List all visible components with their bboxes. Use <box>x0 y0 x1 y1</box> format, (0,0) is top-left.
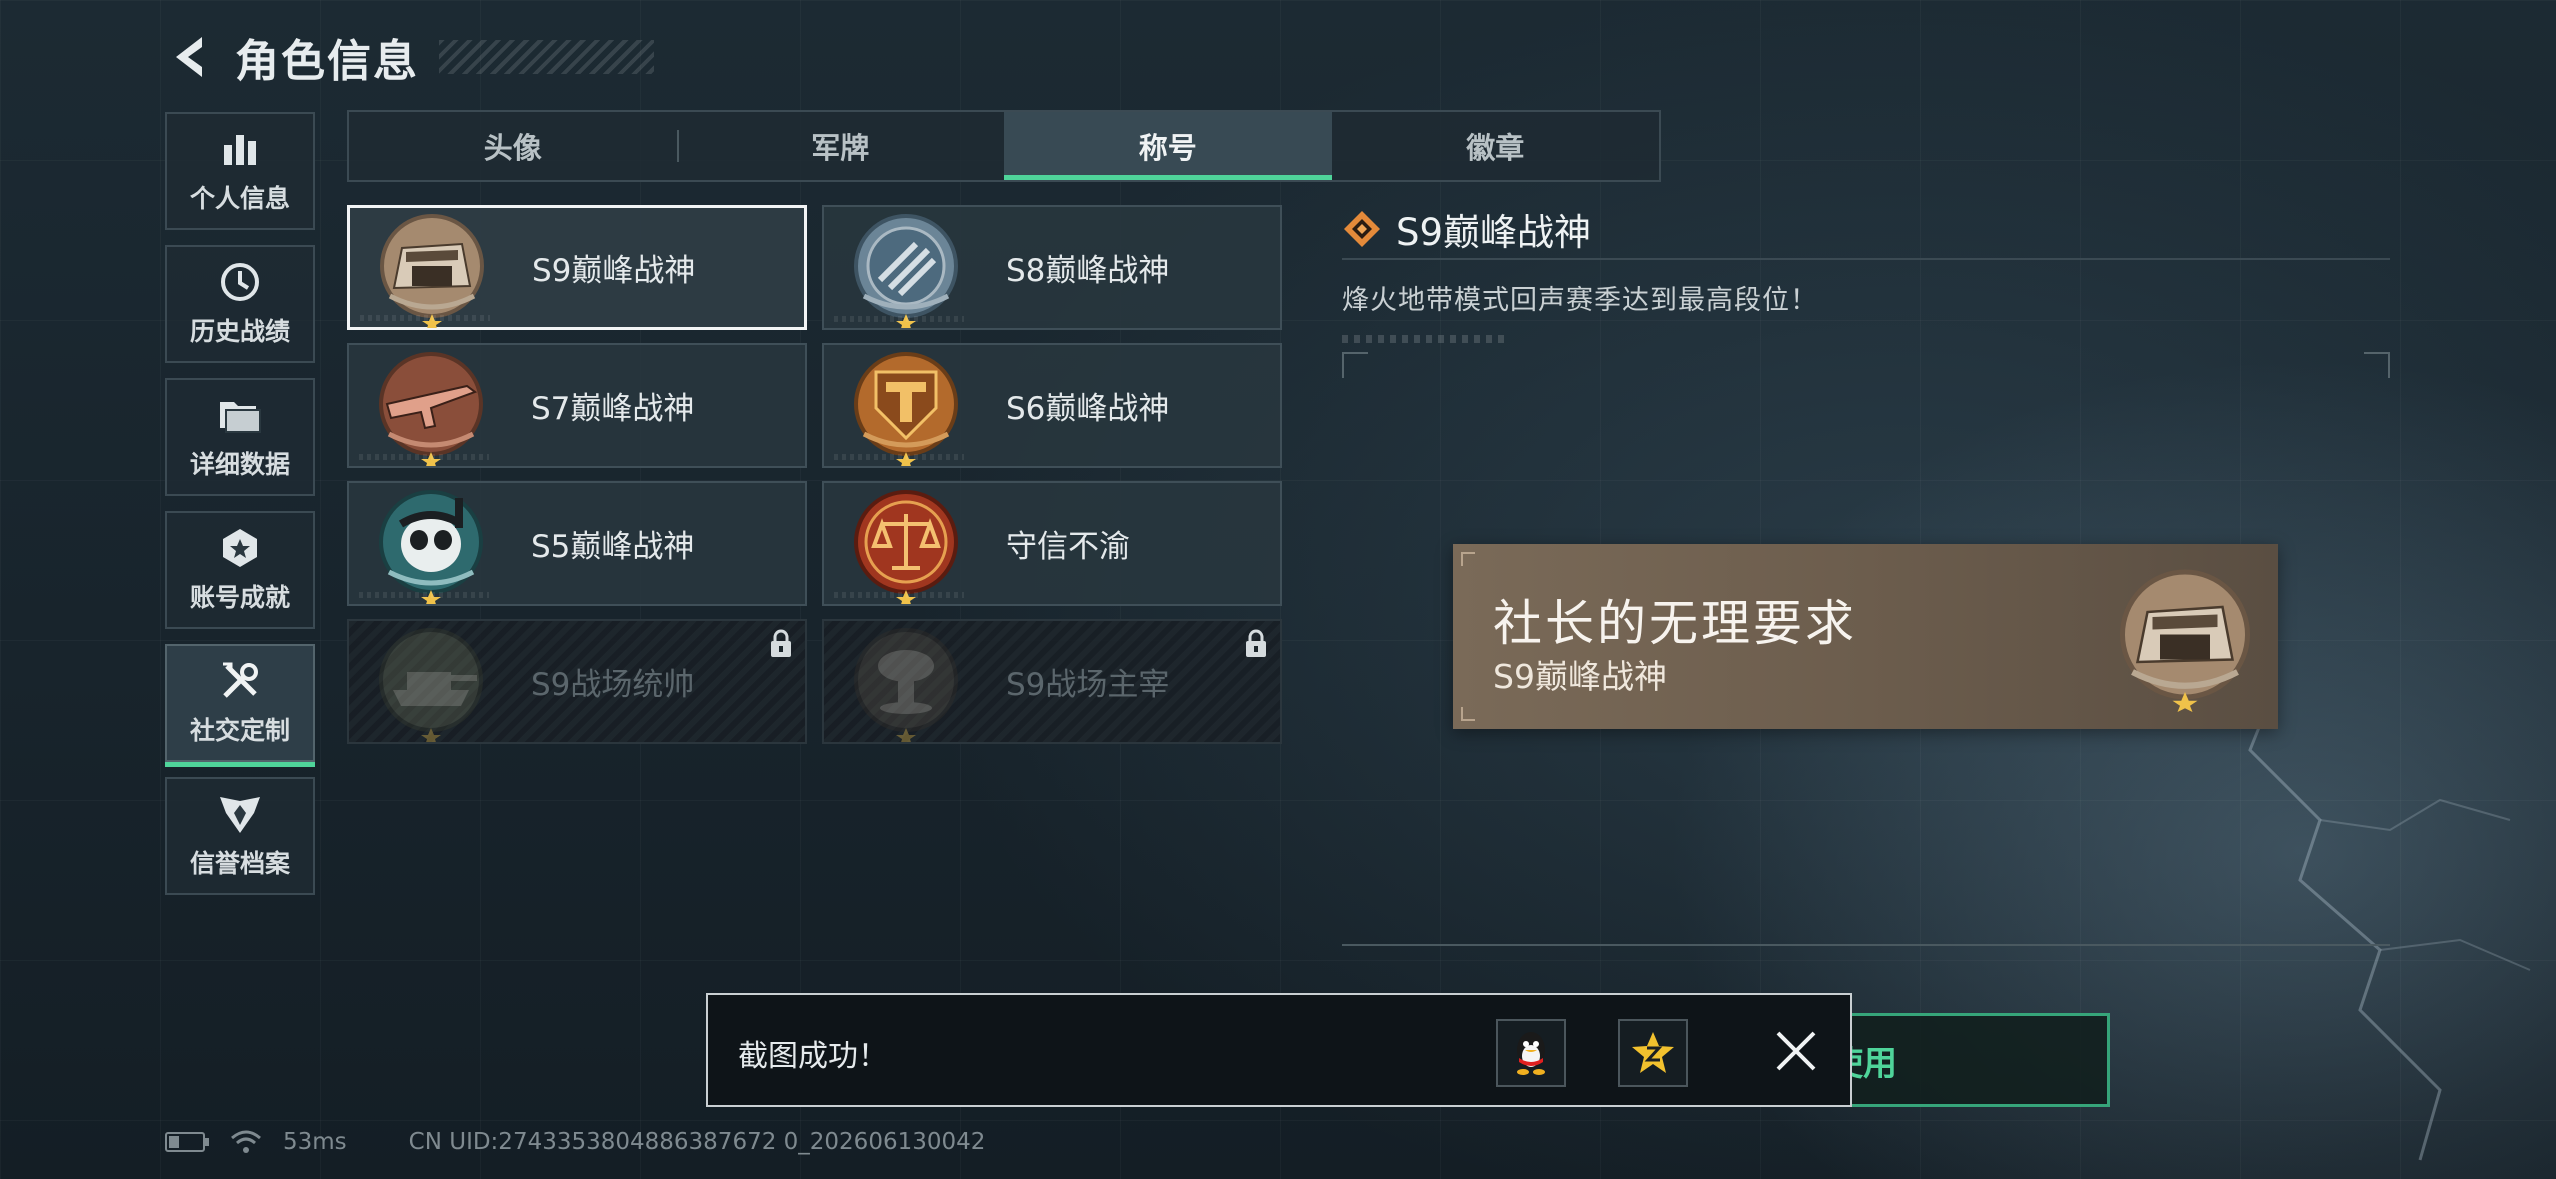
card-decoration <box>360 315 490 321</box>
lock-icon <box>1246 629 1266 657</box>
page-header: 角色信息 <box>165 22 654 92</box>
wifi-icon <box>231 1130 261 1153</box>
sidebar-item-label: 账号成就 <box>189 583 290 612</box>
title-card-locked[interactable]: S9战场统帅 <box>347 619 807 746</box>
status-bar: 53ms CN UID:2743353804886387672 0_202606… <box>165 1128 985 1156</box>
frame-corner <box>1342 352 1368 378</box>
card-decoration <box>834 316 964 322</box>
sidebar-item-label: 历史战绩 <box>189 317 290 346</box>
title-name: S6巅峰战神 <box>1006 391 1170 427</box>
title-name: S9战场主宰 <box>1006 667 1170 703</box>
detail-header: S9巅峰战神 <box>1342 200 2390 260</box>
title-name: 守信不渝 <box>1006 529 1130 565</box>
title-card[interactable]: S9巅峰战神 <box>347 205 807 332</box>
title-card[interactable]: S6巅峰战神 <box>822 343 1282 470</box>
sidebar: 个人信息 历史战绩 详细数据 账号成就 社交定制 信誉档案 <box>165 112 315 910</box>
title-name: S9巅峰战神 <box>532 253 696 289</box>
gold-t-emblem-icon <box>846 346 966 470</box>
diamond-icon <box>1344 211 1380 247</box>
sidebar-item-label: 个人信息 <box>189 184 290 213</box>
title-detail-panel: S9巅峰战神 烽火地带模式回声赛季达到最高段位！ <box>1342 200 2390 343</box>
card-decoration <box>834 454 964 460</box>
folder-icon <box>218 393 262 437</box>
title-card[interactable]: 守信不渝 <box>822 481 1282 608</box>
share-qzone-button[interactable] <box>1618 1019 1688 1087</box>
nameplate-corner <box>1461 552 1475 566</box>
tab-avatar[interactable]: 头像 <box>349 112 677 180</box>
shield-wings-icon <box>218 792 262 836</box>
tools-icon <box>219 659 261 703</box>
qzone-star-icon <box>1632 1032 1674 1073</box>
bar-chart-icon <box>220 127 260 171</box>
customization-tabs: 头像 军牌 称号 徽章 <box>347 110 1661 182</box>
sidebar-item-label: 社交定制 <box>189 716 290 745</box>
title-name: S8巅峰战神 <box>1006 253 1170 289</box>
sidebar-item-label: 信誉档案 <box>189 849 290 878</box>
detail-description: 烽火地带模式回声赛季达到最高段位！ <box>1342 285 1818 316</box>
title-card[interactable]: S5巅峰战神 <box>347 481 807 608</box>
title-name: S9战场统帅 <box>531 667 695 703</box>
detail-decoration <box>1342 335 1507 343</box>
sidebar-item-detailed-data[interactable]: 详细数据 <box>165 378 315 496</box>
card-decoration <box>359 592 489 598</box>
diver-skull-emblem-icon <box>371 484 491 608</box>
sidebar-item-reputation[interactable]: 信誉档案 <box>165 777 315 895</box>
close-icon[interactable] <box>1768 1023 1824 1079</box>
nameplate-title: S9巅峰战神 <box>1493 657 1667 696</box>
mushroom-cloud-emblem-icon <box>846 622 966 746</box>
back-button[interactable] <box>165 27 215 87</box>
qq-penguin-icon <box>1517 1032 1545 1075</box>
detail-title: S9巅峰战神 <box>1396 211 1592 254</box>
title-name: S7巅峰战神 <box>531 391 695 427</box>
nameplate-player-name: 社长的无理要求 <box>1493 595 1858 652</box>
card-decoration <box>834 592 964 598</box>
latency-text: 53ms <box>283 1129 347 1155</box>
blue-stripes-emblem-icon <box>846 208 966 332</box>
nameplate-preview: 社长的无理要求 S9巅峰战神 <box>1453 544 2278 729</box>
frame-corner <box>2364 352 2390 378</box>
card-decoration <box>359 454 489 460</box>
scales-emblem-icon <box>846 484 966 608</box>
tab-badge[interactable]: 徽章 <box>1332 112 1660 180</box>
uid-text: CN UID:2743353804886387672 0_20260613004… <box>408 1129 986 1155</box>
tab-title[interactable]: 称号 <box>1004 112 1332 180</box>
title-card[interactable]: S7巅峰战神 <box>347 343 807 470</box>
tab-dog-tag[interactable]: 军牌 <box>676 112 1005 180</box>
tank-emblem-icon <box>371 622 491 746</box>
screenshot-toast: 截图成功！ <box>706 993 1852 1107</box>
sidebar-item-social-custom[interactable]: 社交定制 <box>165 644 315 767</box>
lock-icon <box>771 629 791 657</box>
title-card-locked[interactable]: S9战场主宰 <box>822 619 1282 746</box>
sidebar-item-label: 详细数据 <box>189 450 290 479</box>
badge-icon <box>219 526 261 570</box>
battery-icon <box>165 1132 209 1152</box>
page-title: 角色信息 <box>235 36 419 87</box>
title-name: S5巅峰战神 <box>531 529 695 565</box>
preview-divider <box>1342 944 2390 946</box>
title-card[interactable]: S8巅峰战神 <box>822 205 1282 332</box>
header-decoration <box>439 40 654 74</box>
fortress-emblem-icon <box>2120 569 2250 712</box>
chevron-left-icon <box>176 37 202 77</box>
clock-icon <box>219 260 261 304</box>
nameplate-corner <box>1461 707 1475 721</box>
fortress-emblem-icon <box>372 208 492 332</box>
sidebar-item-personal-info[interactable]: 个人信息 <box>165 112 315 230</box>
share-qq-button[interactable] <box>1496 1019 1566 1087</box>
sidebar-item-achievements[interactable]: 账号成就 <box>165 511 315 629</box>
sidebar-item-history[interactable]: 历史战绩 <box>165 245 315 363</box>
rifle-emblem-icon <box>371 346 491 470</box>
toast-message: 截图成功！ <box>738 1039 888 1074</box>
